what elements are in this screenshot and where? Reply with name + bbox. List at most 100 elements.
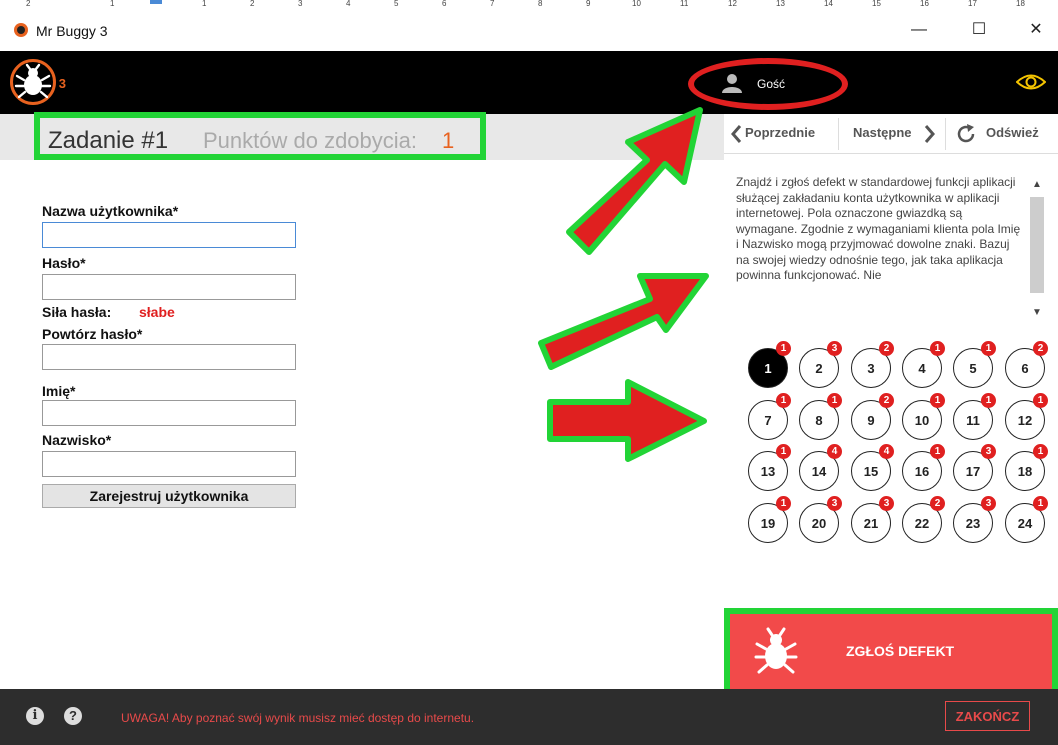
task-number-button[interactable]: 71 <box>748 393 791 440</box>
task-number-button[interactable]: 13 1 <box>748 444 791 491</box>
ruler-tick: 15 <box>872 0 881 8</box>
task-number-button[interactable]: 10 1 <box>902 393 945 440</box>
maximize-button[interactable]: ☐ <box>957 15 1001 45</box>
chevron-left-icon <box>731 125 742 143</box>
task-number: 23 <box>965 516 981 531</box>
task-number: 17 <box>965 464 981 479</box>
defect-count-badge: 1 <box>827 393 842 408</box>
task-number: 19 <box>760 516 776 531</box>
task-number-button[interactable]: 62 <box>1005 341 1048 388</box>
window-titlebar: Mr Buggy 3 — ☐ ✕ <box>0 9 1058 51</box>
end-button[interactable]: ZAKOŃCZ <box>945 701 1030 731</box>
nav-divider <box>945 118 946 150</box>
info-icon[interactable]: i <box>26 707 44 725</box>
task-number-button[interactable]: 41 <box>902 341 945 388</box>
task-number-button[interactable]: 92 <box>851 393 894 440</box>
task-number: 22 <box>914 516 930 531</box>
task-number: 4 <box>918 361 926 376</box>
task-number-button[interactable]: 32 <box>851 341 894 388</box>
lastname-input[interactable] <box>42 451 296 477</box>
window-title: Mr Buggy 3 <box>36 23 108 39</box>
task-number-button[interactable]: 21 3 <box>851 496 894 543</box>
register-button[interactable]: Zarejestruj użytkownika <box>42 484 296 508</box>
task-number: 3 <box>867 361 875 376</box>
task-number-button[interactable]: 81 <box>799 393 842 440</box>
defect-count-badge: 2 <box>930 496 945 511</box>
defect-count-badge: 3 <box>827 341 842 356</box>
report-defect-button[interactable]: ZGŁOŚ DEFEKT <box>724 608 1058 697</box>
task-number-button[interactable]: 15 4 <box>851 444 894 491</box>
defect-count-badge: 1 <box>776 341 791 356</box>
nav-divider <box>838 118 839 150</box>
ruler-tick: 1 <box>202 0 207 8</box>
defect-count-badge: 1 <box>930 393 945 408</box>
task-number-button[interactable]: 22 2 <box>902 496 945 543</box>
ruler-tick: 16 <box>920 0 929 8</box>
username-input[interactable] <box>42 222 296 248</box>
description-scrollbar[interactable]: ▲ ▼ <box>1028 175 1046 325</box>
scroll-thumb[interactable] <box>1030 197 1044 293</box>
scroll-up-icon[interactable]: ▲ <box>1032 179 1042 190</box>
task-number-button[interactable]: 16 1 <box>902 444 945 491</box>
arrow-to-description <box>538 273 709 370</box>
defect-count-badge: 2 <box>879 393 894 408</box>
defect-count-badge: 1 <box>981 393 996 408</box>
scroll-down-icon[interactable]: ▼ <box>1032 307 1042 318</box>
app-icon <box>14 23 28 37</box>
password-input[interactable] <box>42 274 296 300</box>
defect-count-badge: 3 <box>827 496 842 511</box>
task-number-button[interactable]: 11 1 <box>953 393 996 440</box>
lastname-label: Nazwisko* <box>42 432 112 448</box>
task-number-button[interactable]: 11 <box>748 341 791 388</box>
defect-count-badge: 1 <box>776 393 791 408</box>
task-number: 12 <box>1017 413 1033 428</box>
task-navigation: Poprzednie Następne Odśwież <box>724 114 1058 154</box>
task-number-button[interactable]: 19 1 <box>748 496 791 543</box>
minimize-button[interactable]: — <box>897 15 941 45</box>
defect-count-badge: 2 <box>1033 341 1048 356</box>
ruler-tick: 1 <box>110 0 115 8</box>
task-number: 10 <box>914 413 930 428</box>
ruler-tick: 12 <box>728 0 737 8</box>
footer: i ? UWAGA! Aby poznać swój wynik musisz … <box>0 689 1058 745</box>
task-number-button[interactable]: 14 4 <box>799 444 842 491</box>
task-number: 1 <box>764 361 772 376</box>
previous-button[interactable]: Poprzednie <box>745 125 815 140</box>
task-number-button[interactable]: 18 1 <box>1005 444 1048 491</box>
firstname-input[interactable] <box>42 400 296 426</box>
task-number: 2 <box>815 361 823 376</box>
highlight-oval <box>688 58 848 110</box>
task-number-button[interactable]: 51 <box>953 341 996 388</box>
next-button[interactable]: Następne <box>853 125 912 140</box>
task-number: 9 <box>867 413 875 428</box>
task-number-button[interactable]: 20 3 <box>799 496 842 543</box>
task-number: 8 <box>815 413 823 428</box>
task-number-button[interactable]: 12 1 <box>1005 393 1048 440</box>
task-number: 5 <box>969 361 977 376</box>
defect-count-badge: 3 <box>879 496 894 511</box>
defect-count-badge: 3 <box>981 444 996 459</box>
repeat-password-input[interactable] <box>42 344 296 370</box>
password-label: Hasło* <box>42 255 86 271</box>
task-number-button[interactable]: 17 3 <box>953 444 996 491</box>
bug-icon <box>754 627 798 674</box>
internet-warning: UWAGA! Aby poznać swój wynik musisz mieć… <box>121 711 475 725</box>
ruler-tick: 4 <box>346 0 351 8</box>
top-bar: 3 Gość <box>0 51 1058 114</box>
close-button[interactable]: ✕ <box>1014 15 1058 45</box>
eye-icon[interactable] <box>1016 73 1046 91</box>
refresh-button[interactable]: Odśwież <box>986 125 1039 140</box>
defect-count-badge: 1 <box>1033 393 1048 408</box>
task-description: Znajdź i zgłoś defekt w standardowej fun… <box>736 175 1021 282</box>
ruler-tick: 10 <box>632 0 641 8</box>
defect-count-badge: 1 <box>981 341 996 356</box>
task-number: 16 <box>914 464 930 479</box>
task-number-button[interactable]: 23 <box>799 341 842 388</box>
help-icon[interactable]: ? <box>64 707 82 725</box>
task-number-button[interactable]: 23 3 <box>953 496 996 543</box>
ruler-tick: 6 <box>442 0 447 8</box>
ruler-tick: 14 <box>824 0 833 8</box>
task-number-button[interactable]: 24 1 <box>1005 496 1048 543</box>
defect-count-badge: 1 <box>930 444 945 459</box>
refresh-icon <box>957 124 975 143</box>
